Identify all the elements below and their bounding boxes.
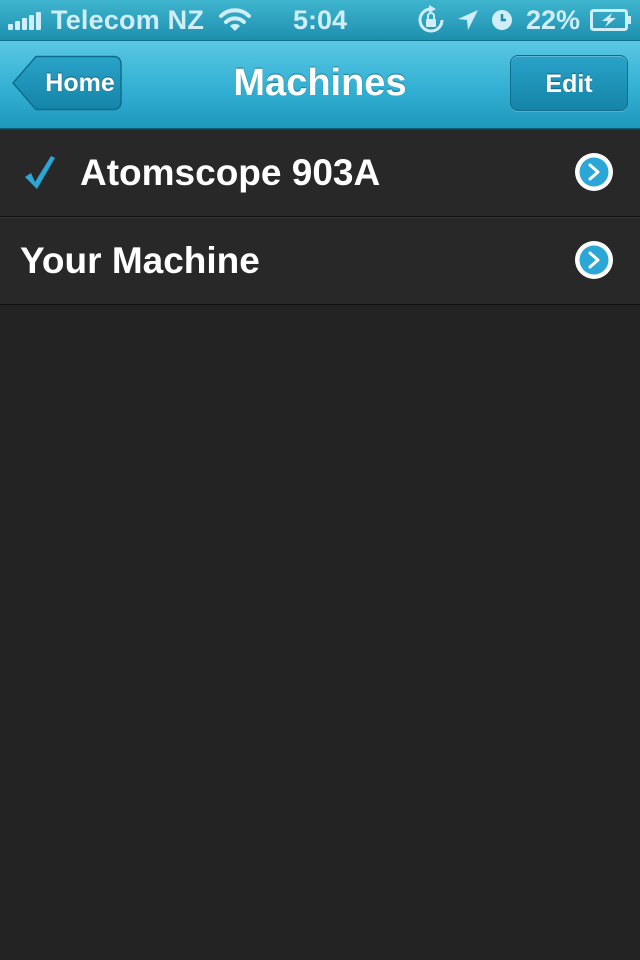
- checkmark-icon: [25, 156, 55, 189]
- list-item[interactable]: Your Machine: [0, 217, 640, 305]
- list-item[interactable]: Atomscope 903A: [0, 129, 640, 217]
- machine-list: Atomscope 903A Your Machine: [0, 129, 640, 305]
- rotation-lock-icon: [418, 5, 444, 33]
- status-right: 22%: [406, 0, 632, 40]
- battery-charging-icon: [590, 9, 631, 31]
- edit-button[interactable]: Edit: [510, 55, 628, 111]
- disclosure-button-icon[interactable]: [574, 152, 614, 192]
- disclosure-button-icon[interactable]: [574, 240, 614, 280]
- alarm-icon: [491, 10, 512, 30]
- list-item-label: Your Machine: [20, 240, 260, 281]
- list-item-label: Atomscope 903A: [80, 152, 381, 193]
- battery-percent: 22%: [525, 4, 580, 35]
- navigation-bar: Home Machines Edit: [0, 41, 640, 129]
- location-icon: [457, 10, 478, 30]
- status-bar: Telecom NZ 5:04 22%: [0, 0, 640, 41]
